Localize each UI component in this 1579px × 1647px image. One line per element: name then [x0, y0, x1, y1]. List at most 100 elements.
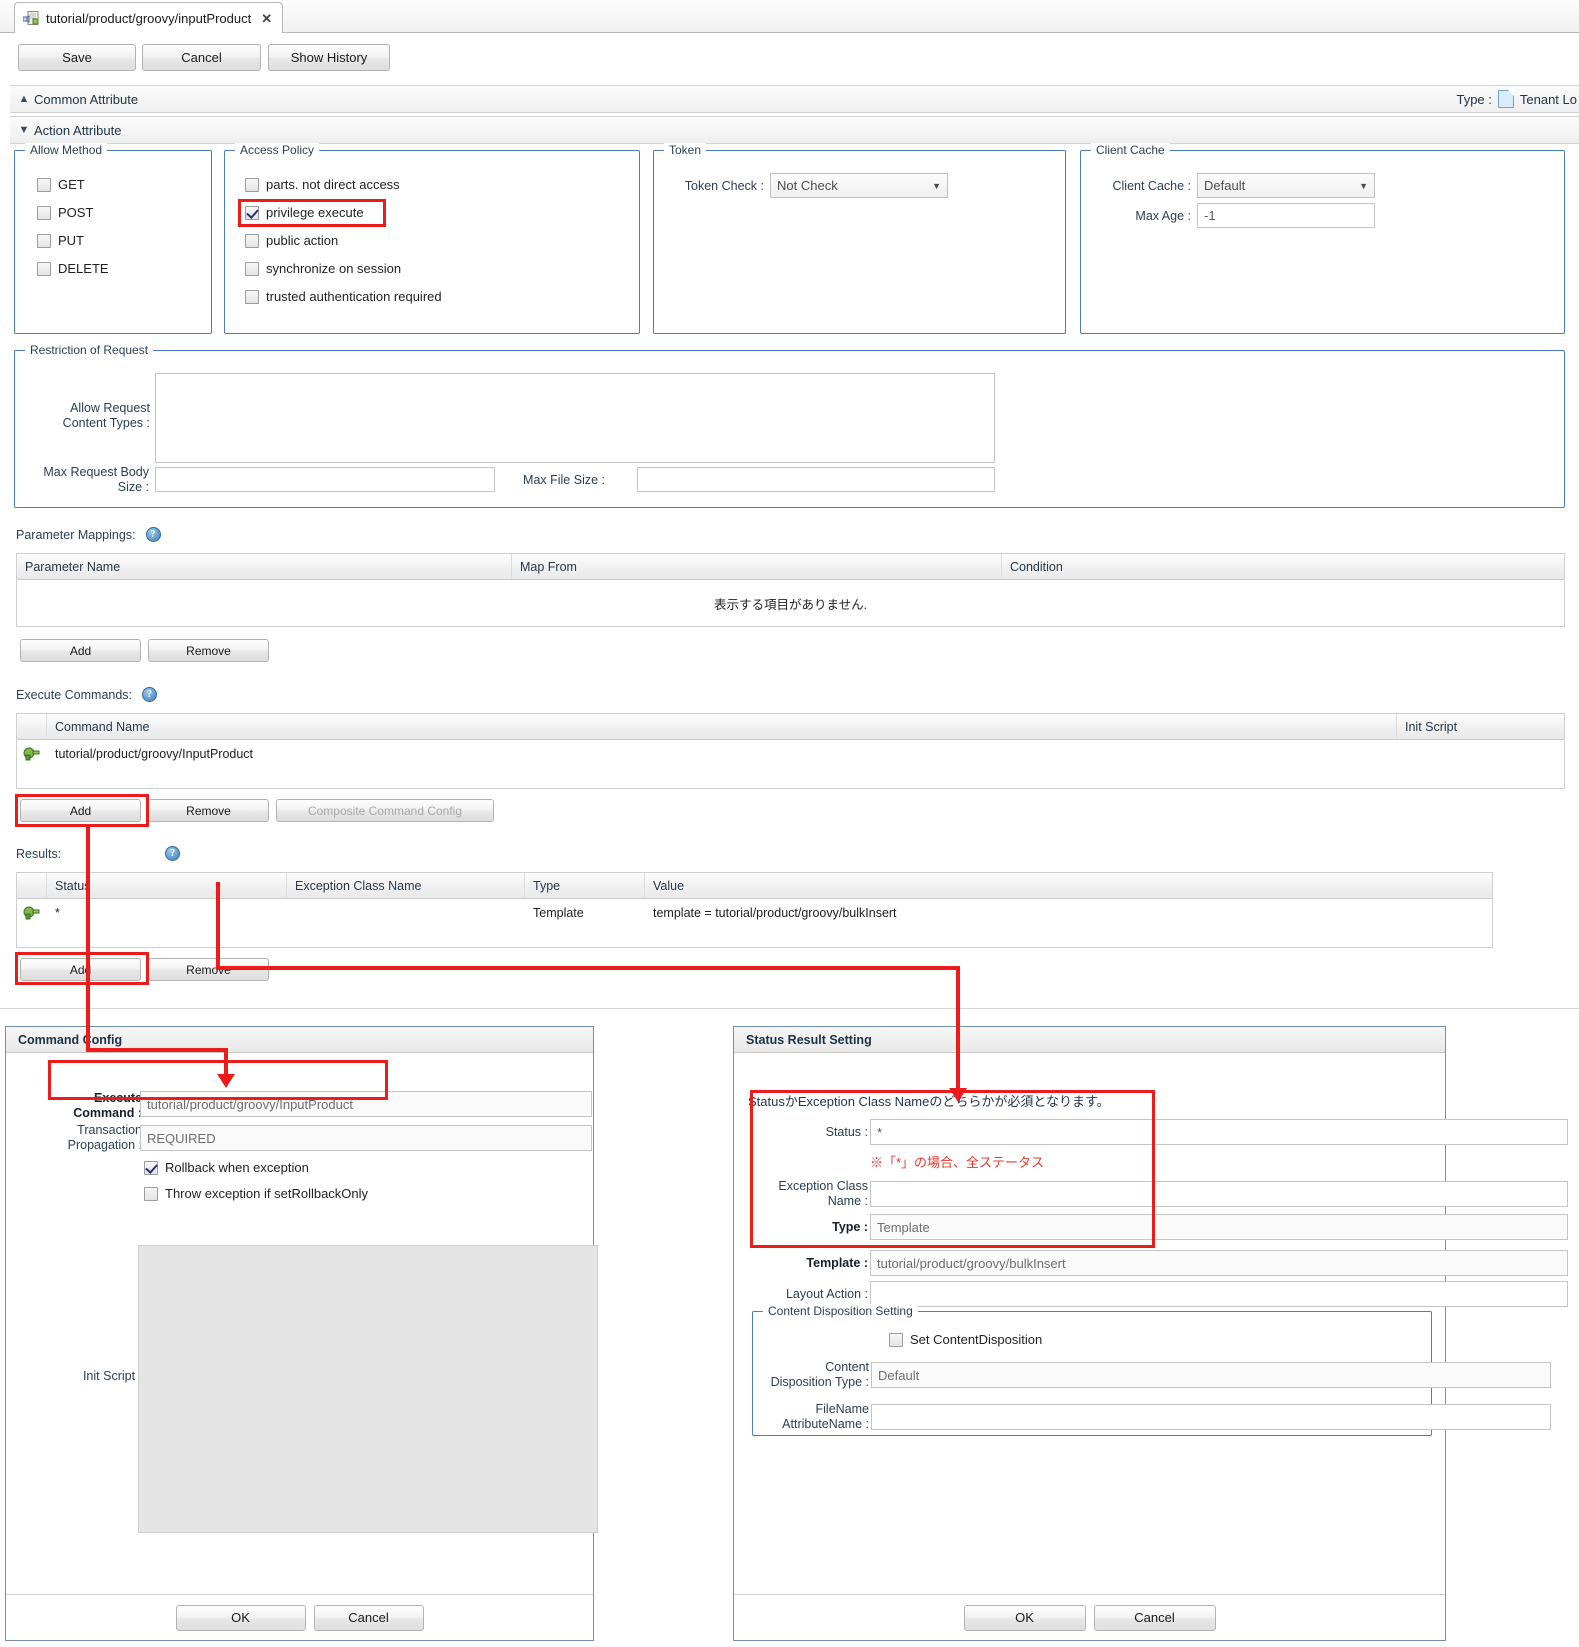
column-icon [17, 873, 47, 898]
command-config-cancel-button[interactable]: Cancel [313, 1604, 424, 1631]
execute-command-input[interactable]: tutorial/product/groovy/InputProduct [140, 1091, 592, 1117]
result-type-input[interactable]: Template [870, 1214, 1568, 1240]
status-input[interactable]: * [870, 1119, 1568, 1145]
checkbox-box[interactable] [37, 177, 51, 192]
grid-header: Status Exception Class Name Type Value [17, 873, 1492, 899]
column-map-from[interactable]: Map From [512, 554, 1002, 579]
client-cache-legend: Client Cache [1091, 143, 1170, 157]
column-exception-class-name[interactable]: Exception Class Name [287, 873, 525, 898]
status-result-ok-button[interactable]: OK [963, 1604, 1086, 1631]
content-disposition-type-input[interactable]: Default [871, 1362, 1551, 1388]
help-icon[interactable]: ? [142, 687, 158, 702]
status-label: Status : [825, 1125, 868, 1139]
composite-command-config-button[interactable]: Composite Command Config [276, 799, 494, 822]
allow-request-content-types-label-2: Content Types : [62, 416, 150, 430]
max-request-body-size-input[interactable] [155, 467, 495, 492]
transaction-propagation-label-2: Propagation : [67, 1138, 142, 1152]
results-add-button[interactable]: Add [20, 958, 141, 981]
status-result-setting-body: StatusかException Class Nameのどちらかが必須となります… [734, 1053, 1568, 1641]
allow-request-content-types-textarea[interactable] [155, 373, 995, 463]
save-button[interactable]: Save [18, 44, 136, 71]
checkbox-rollback-when-exception[interactable]: Rollback when exception [144, 1160, 309, 1175]
execute-commands-remove-button[interactable]: Remove [148, 799, 269, 822]
tab-input-product[interactable]: tutorial/product/groovy/inputProduct ✕ [14, 2, 284, 33]
max-file-size-input[interactable] [637, 467, 995, 492]
max-age-input[interactable]: -1 [1197, 203, 1375, 228]
checkbox-box[interactable] [245, 205, 259, 220]
column-init-script[interactable]: Init Script [1397, 714, 1564, 739]
checkbox-set-contentdisposition[interactable]: Set ContentDisposition [889, 1332, 1042, 1347]
checkbox-box[interactable] [144, 1160, 158, 1175]
checkbox-get[interactable]: GET [37, 177, 85, 192]
checkbox-post[interactable]: POST [37, 205, 93, 220]
section-common-attribute[interactable]: ▲ Common Attribute [10, 85, 1579, 113]
checkbox-box[interactable] [37, 205, 51, 220]
checkbox-box[interactable] [245, 261, 259, 276]
filename-attributename-label-1: FileName [815, 1402, 870, 1416]
chevron-up-icon: ▲ [18, 93, 30, 105]
checkbox-box[interactable] [245, 289, 259, 304]
checkbox-parts-not-direct-access[interactable]: parts. not direct access [245, 177, 400, 192]
show-history-button[interactable]: Show History [268, 44, 390, 71]
allow-request-content-types-label-1: Allow Request [70, 401, 150, 415]
result-type-label: Type : [832, 1220, 868, 1234]
command-config-body: Execute Command : tutorial/product/groov… [6, 1053, 598, 1641]
cancel-button[interactable]: Cancel [142, 44, 261, 71]
command-config-dialog: Command Config Execute Command : tutoria… [5, 1026, 598, 1641]
checkbox-throw-exception-if-setrollbackonly[interactable]: Throw exception if setRollbackOnly [144, 1186, 368, 1201]
client-cache-select[interactable]: Default ▼ [1197, 173, 1375, 198]
checkbox-box[interactable] [245, 177, 259, 192]
annotation-arrow-line-vertical-2b [956, 966, 960, 1090]
column-condition[interactable]: Condition [1002, 554, 1564, 579]
status-value: * [877, 1124, 883, 1140]
filename-attributename-input[interactable] [871, 1404, 1551, 1430]
results-caption: Results: ? [16, 846, 181, 861]
checkbox-box[interactable] [245, 233, 259, 248]
parameter-mappings-add-button[interactable]: Add [20, 639, 141, 662]
execute-command-value: tutorial/product/groovy/InputProduct [147, 1096, 353, 1112]
checkbox-label: Throw exception if setRollbackOnly [165, 1186, 369, 1201]
checkbox-box[interactable] [889, 1332, 903, 1347]
checkbox-trusted-authentication-required[interactable]: trusted authentication required [245, 289, 442, 304]
checkbox-box[interactable] [144, 1186, 158, 1201]
help-icon[interactable]: ? [165, 846, 181, 861]
checkbox-label: POST [58, 205, 94, 220]
checkbox-delete[interactable]: DELETE [37, 261, 109, 276]
checkbox-privilege-execute[interactable]: privilege execute [245, 205, 364, 220]
table-row[interactable]: * Template template = tutorial/product/g… [17, 899, 1492, 927]
exception-class-name-input[interactable] [870, 1181, 1568, 1207]
checkbox-public-action[interactable]: public action [245, 233, 338, 248]
command-config-ok-button[interactable]: OK [175, 1604, 306, 1631]
layout-action-input[interactable] [870, 1281, 1568, 1307]
execute-commands-grid: Command Name Init Script tutorial/produc… [16, 713, 1565, 789]
status-result-cancel-button[interactable]: Cancel [1093, 1604, 1216, 1631]
checkbox-box[interactable] [37, 233, 51, 248]
column-parameter-name[interactable]: Parameter Name [17, 554, 512, 579]
template-input[interactable]: tutorial/product/groovy/bulkInsert [870, 1250, 1568, 1276]
section-action-attribute[interactable]: ▼ Action Attribute [10, 116, 1579, 144]
result-type-value: Template [877, 1219, 930, 1235]
close-icon[interactable]: ✕ [258, 12, 272, 25]
checkbox-label: trusted authentication required [266, 289, 442, 304]
row-icon-cell [17, 740, 47, 768]
column-type[interactable]: Type [525, 873, 645, 898]
section-action-attribute-label: Action Attribute [34, 122, 122, 138]
column-status[interactable]: Status [47, 873, 287, 898]
max-request-body-size-label-1: Max Request Body [43, 465, 149, 479]
column-command-name[interactable]: Command Name [47, 714, 1397, 739]
init-script-editor[interactable] [138, 1245, 598, 1533]
access-policy-legend: Access Policy [235, 143, 320, 157]
help-icon[interactable]: ? [145, 527, 161, 542]
parameter-mappings-remove-button[interactable]: Remove [148, 639, 269, 662]
checkbox-box[interactable] [37, 261, 51, 276]
token-check-select[interactable]: Not Check ▼ [770, 173, 948, 198]
column-value[interactable]: Value [645, 873, 1492, 898]
section-common-attribute-label: Common Attribute [34, 91, 139, 107]
checkbox-label: privilege execute [266, 205, 364, 220]
table-row[interactable]: tutorial/product/groovy/InputProduct [17, 740, 1564, 768]
checkbox-label: public action [266, 233, 339, 248]
checkbox-synchronize-on-session[interactable]: synchronize on session [245, 261, 401, 276]
execute-commands-add-button[interactable]: Add [20, 799, 141, 822]
checkbox-put[interactable]: PUT [37, 233, 84, 248]
transaction-propagation-input[interactable]: REQUIRED [140, 1125, 592, 1151]
